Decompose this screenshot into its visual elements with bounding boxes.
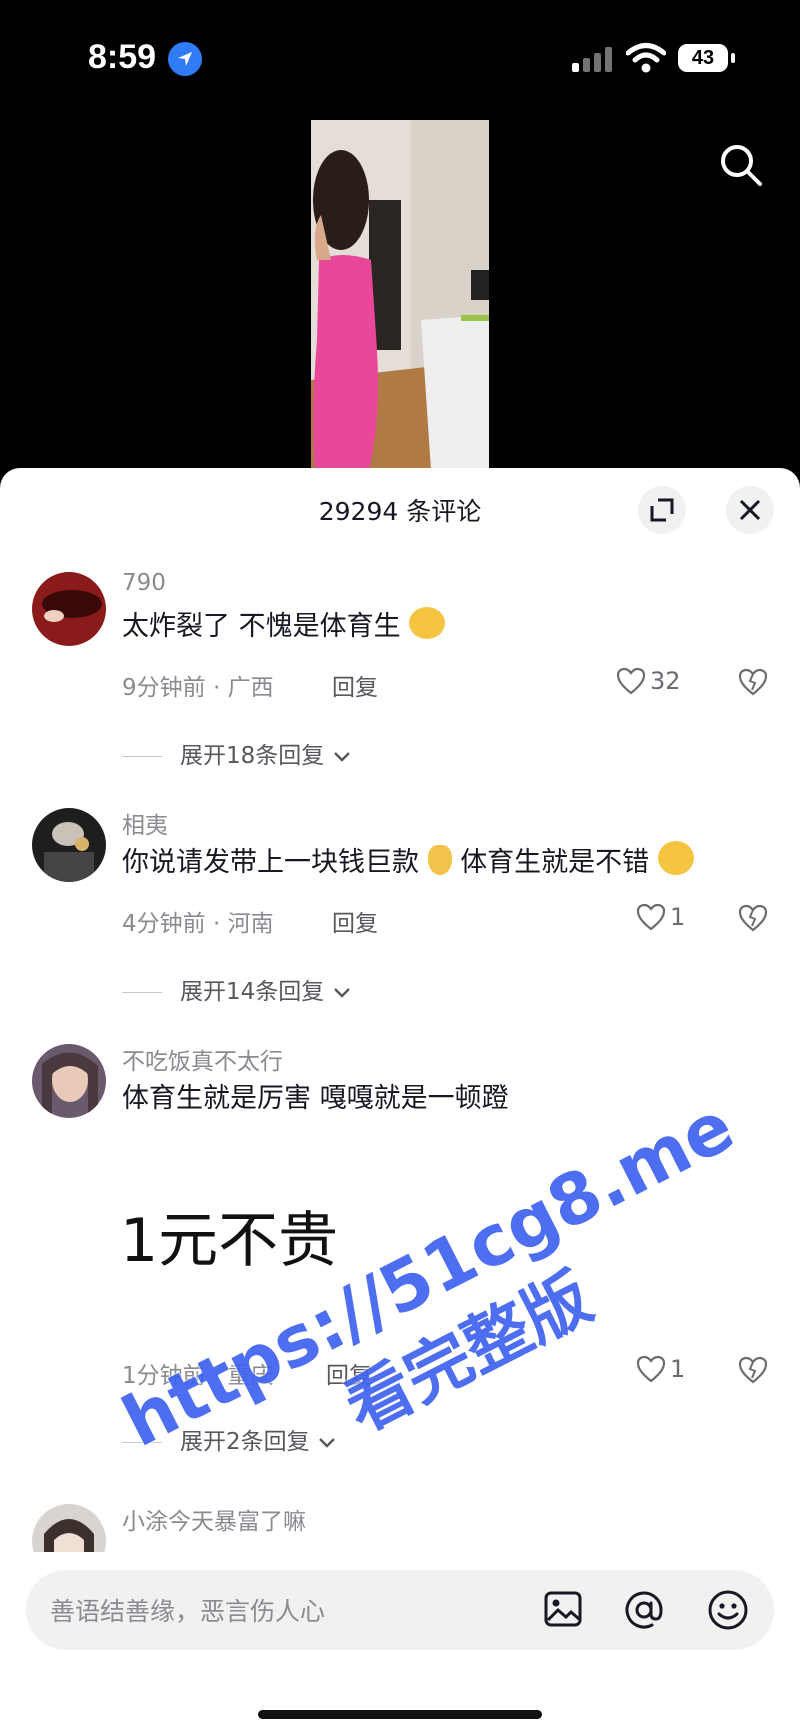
- divider-line: [122, 1442, 162, 1443]
- comment-item: 790 太炸裂了 不愧是体育生 9分钟前 · 广西 回复 32 展开18条回复: [0, 570, 800, 792]
- divider-line: [122, 756, 162, 757]
- comment-item: 不吃饭真不太行 体育生就是厉害 嘎嘎就是一顿蹬 1元不贵 1分钟前 · 重庆 回…: [0, 1044, 800, 1464]
- dislike-broken-heart-icon[interactable]: [738, 904, 768, 932]
- expand-replies-label: 展开18条回复: [180, 743, 325, 769]
- video-player[interactable]: [311, 120, 489, 470]
- comment-input-bar: [26, 1570, 774, 1650]
- comment-username[interactable]: 不吃饭真不太行: [122, 1042, 283, 1076]
- home-indicator: [258, 1710, 542, 1719]
- avatar[interactable]: [32, 572, 106, 646]
- like-count: 1: [670, 1355, 686, 1383]
- comment-image-text[interactable]: 1元不贵: [120, 1192, 338, 1279]
- fullscreen-button[interactable]: [638, 486, 686, 534]
- status-bar: 8:59 43: [0, 0, 800, 120]
- video-frame-image: [311, 120, 489, 470]
- comment-username[interactable]: 小涂今天暴富了嘛: [122, 1502, 306, 1536]
- comment-username[interactable]: 790: [122, 570, 166, 596]
- expand-replies-button[interactable]: 展开14条回复: [122, 972, 352, 1006]
- emoji-smiley-icon[interactable]: [706, 1588, 750, 1632]
- status-time: 8:59: [88, 38, 157, 76]
- reply-button[interactable]: 回复: [326, 1356, 372, 1390]
- like-button[interactable]: 1: [636, 1354, 685, 1386]
- heart-eyes-emoji-icon: [657, 841, 694, 875]
- wifi-icon: [626, 43, 666, 73]
- dislike-broken-heart-icon[interactable]: [738, 668, 768, 696]
- smiling-emoji-icon: [409, 607, 446, 639]
- divider-line: [122, 992, 162, 993]
- comment-time-location: 4分钟前 · 河南: [122, 911, 274, 937]
- comment-username[interactable]: 相夷: [122, 806, 168, 840]
- image-picker-icon[interactable]: [542, 1588, 584, 1630]
- chevron-down-icon: [319, 1437, 335, 1448]
- search-icon[interactable]: [718, 142, 764, 188]
- heart-icon: [636, 1355, 666, 1383]
- finger-heart-emoji-icon: [427, 845, 452, 875]
- like-count: 32: [650, 667, 681, 695]
- comment-text: 你说请发带上一块钱巨款: [122, 847, 419, 878]
- heart-icon: [616, 667, 646, 695]
- chevron-down-icon: [333, 751, 350, 762]
- comment-text-row: 你说请发带上一块钱巨款 体育生就是不错: [122, 840, 694, 879]
- like-button[interactable]: 1: [636, 902, 685, 934]
- comments-sheet: 29294 条评论 790 太炸裂了 不愧是体育生 9分钟前 · 广西 回复 3…: [0, 468, 800, 1736]
- chevron-down-icon: [333, 987, 350, 998]
- reply-button[interactable]: 回复: [332, 904, 378, 938]
- comment-input[interactable]: [48, 1590, 492, 1632]
- battery-cap: [731, 53, 735, 63]
- comment-text-row: 太炸裂了 不愧是体育生: [122, 604, 446, 643]
- reply-button[interactable]: 回复: [332, 668, 378, 702]
- comment-time-location: 1分钟前 · 重庆: [122, 1363, 274, 1389]
- expand-replies-button[interactable]: 展开2条回复: [122, 1422, 337, 1456]
- comment-text: 体育生就是不错: [460, 847, 650, 878]
- expand-arrows-icon: [650, 498, 674, 522]
- battery-icon: 43: [678, 44, 728, 72]
- comment-item: 相夷 你说请发带上一块钱巨款 体育生就是不错 4分钟前 · 河南 回复 1 展开…: [0, 808, 800, 1028]
- dislike-broken-heart-icon[interactable]: [738, 1356, 768, 1384]
- expand-replies-label: 展开2条回复: [180, 1429, 310, 1455]
- mention-at-icon[interactable]: [622, 1588, 666, 1632]
- avatar[interactable]: [32, 1044, 106, 1118]
- like-count: 1: [670, 903, 686, 931]
- comment-text: 太炸裂了 不愧是体育生: [122, 611, 401, 642]
- comment-time-location: 9分钟前 · 广西: [122, 675, 274, 701]
- comments-header: 29294 条评论: [0, 468, 800, 552]
- avatar[interactable]: [32, 808, 106, 882]
- comment-text: 体育生就是厉害 嘎嘎就是一顿蹬: [122, 1083, 509, 1114]
- heart-icon: [636, 903, 666, 931]
- expand-replies-label: 展开14条回复: [180, 979, 325, 1005]
- close-button[interactable]: [726, 486, 774, 534]
- like-button[interactable]: 32: [616, 666, 681, 698]
- cellular-signal-icon: [572, 46, 616, 72]
- close-icon: [739, 499, 761, 521]
- expand-replies-button[interactable]: 展开18条回复: [122, 736, 352, 770]
- location-arrow-icon: [168, 42, 202, 76]
